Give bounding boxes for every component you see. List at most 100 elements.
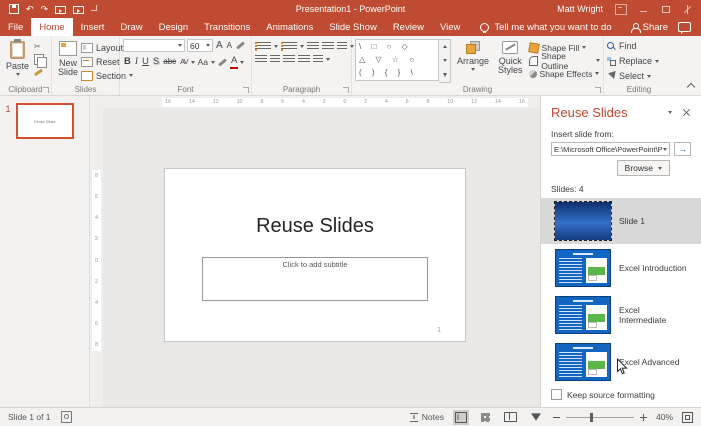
shapes-row-3[interactable]: ( ) { } \ <box>359 68 435 78</box>
zoom-slider-thumb[interactable] <box>590 413 593 422</box>
replace-button[interactable]: Replace <box>607 55 671 67</box>
new-slide-button[interactable]: New Slide <box>55 39 81 82</box>
tab-transitions[interactable]: Transitions <box>196 18 258 36</box>
minimize-icon[interactable] <box>639 5 649 14</box>
tab-animations[interactable]: Animations <box>258 18 321 36</box>
slide-sorter-view-button[interactable] <box>478 410 494 425</box>
reuse-slide-3-thumbnail[interactable] <box>555 296 611 334</box>
tab-draw[interactable]: Draw <box>112 18 150 36</box>
tab-view[interactable]: View <box>432 18 468 36</box>
drawing-dialog-launcher-icon[interactable] <box>595 87 601 93</box>
pane-options-icon[interactable] <box>668 111 672 114</box>
zoom-out-icon[interactable] <box>553 417 560 418</box>
align-right-icon[interactable] <box>283 55 295 64</box>
font-name-combo[interactable] <box>123 39 185 52</box>
reuse-slide-item-1[interactable]: Slide 1 <box>541 198 701 244</box>
fit-to-window-icon[interactable] <box>682 412 693 423</box>
format-painter-icon[interactable] <box>34 69 43 77</box>
clear-formatting-icon[interactable] <box>236 41 245 49</box>
tab-home[interactable]: Home <box>31 18 72 36</box>
strikethrough-button[interactable]: abc <box>162 56 177 68</box>
browse-button[interactable]: Browse <box>617 160 670 176</box>
gallery-scroll-down-icon[interactable] <box>443 59 447 62</box>
restore-icon[interactable] <box>661 5 671 14</box>
font-dialog-launcher-icon[interactable] <box>243 87 249 93</box>
shape-effects-button[interactable]: Shape Effects <box>529 68 600 79</box>
shape-outline-button[interactable]: Shape Outline <box>529 55 600 66</box>
bold-button[interactable]: B <box>123 56 132 68</box>
tab-design[interactable]: Design <box>151 18 197 36</box>
shapes-gallery-scrollbar[interactable] <box>439 39 451 83</box>
insert-go-button[interactable]: → <box>674 142 691 156</box>
shapes-gallery[interactable]: \ □ ○ ◇ △ ▽ ☆ ○ ( ) { } \ <box>355 39 439 81</box>
decrease-font-button[interactable]: A <box>226 40 233 52</box>
shapes-row-1[interactable]: \ □ ○ ◇ <box>359 42 435 52</box>
pane-close-icon[interactable] <box>682 108 691 117</box>
slide-1-thumbnail[interactable]: Reuse Slides <box>16 103 74 139</box>
collapse-ribbon-icon[interactable] <box>687 83 695 91</box>
text-shadow-button[interactable]: S <box>152 56 160 68</box>
tab-insert[interactable]: Insert <box>73 18 113 36</box>
arrange-button[interactable]: Arrange <box>454 39 492 82</box>
subtitle-placeholder[interactable]: Click to add subtitle <box>202 257 428 301</box>
clipboard-dialog-launcher-icon[interactable] <box>43 87 49 93</box>
shapes-row-2[interactable]: △ ▽ ☆ ○ <box>359 55 435 65</box>
slideshow-settings-icon[interactable] <box>73 6 84 14</box>
accessibility-check-icon[interactable] <box>61 411 72 423</box>
redo-icon[interactable]: ↷ <box>41 5 49 14</box>
increase-indent-icon[interactable] <box>322 42 334 51</box>
character-spacing-button[interactable]: AV <box>179 56 188 68</box>
keep-source-checkbox[interactable] <box>551 389 562 400</box>
zoom-percentage[interactable]: 40% <box>656 412 673 422</box>
increase-font-button[interactable]: A <box>215 40 224 52</box>
slide-title-text[interactable]: Reuse Slides <box>165 215 465 238</box>
quick-styles-button[interactable]: Quick Styles <box>495 39 526 82</box>
account-user-name[interactable]: Matt Wright <box>557 4 603 14</box>
line-spacing-icon[interactable] <box>337 42 347 51</box>
gallery-more-icon[interactable] <box>443 73 447 77</box>
reading-view-button[interactable] <box>503 410 519 425</box>
slide-editing-surface[interactable]: Reuse Slides Click to add subtitle 1 <box>165 169 465 341</box>
comments-icon[interactable] <box>678 22 691 32</box>
select-button[interactable]: Select <box>607 70 671 82</box>
paste-button[interactable]: Paste <box>3 39 32 82</box>
decrease-indent-icon[interactable] <box>307 42 319 51</box>
slide-thumbnail-row[interactable]: 1 Reuse Slides <box>0 96 89 139</box>
italic-button[interactable]: I <box>134 56 139 68</box>
underline-button[interactable]: U <box>141 56 150 68</box>
share-button[interactable]: Share <box>631 22 668 33</box>
change-case-button[interactable]: Aa <box>197 56 209 68</box>
reuse-slide-item-2[interactable]: Excel Introduction <box>551 245 691 291</box>
paste-dropdown-icon[interactable] <box>16 73 20 76</box>
tab-review[interactable]: Review <box>385 18 432 36</box>
cut-icon[interactable]: ✂ <box>34 43 44 51</box>
align-left-icon[interactable] <box>255 55 267 64</box>
start-slideshow-icon[interactable] <box>55 6 66 14</box>
tab-file[interactable]: File <box>0 18 31 36</box>
slide-show-button[interactable] <box>528 410 544 425</box>
bullets-icon[interactable] <box>255 42 271 51</box>
copy-icon[interactable] <box>34 54 44 65</box>
reuse-slide-1-thumbnail[interactable] <box>555 202 611 240</box>
reuse-slide-2-thumbnail[interactable] <box>555 249 611 287</box>
normal-view-button[interactable] <box>453 410 469 425</box>
customize-qat-icon[interactable] <box>91 5 97 11</box>
align-center-icon[interactable] <box>270 55 280 64</box>
reuse-slide-item-3[interactable]: Excel Intermediate <box>551 292 691 338</box>
paragraph-dialog-launcher-icon[interactable] <box>343 87 349 93</box>
undo-icon[interactable]: ↶ <box>26 5 34 14</box>
zoom-slider[interactable] <box>566 417 634 418</box>
notes-button[interactable]: Notes <box>410 412 444 422</box>
numbering-icon[interactable] <box>281 42 297 51</box>
highlight-icon[interactable] <box>218 58 227 66</box>
keep-source-row[interactable]: Keep source formatting <box>551 389 655 400</box>
zoom-in-icon[interactable] <box>640 414 647 421</box>
font-color-button[interactable]: A <box>230 55 238 69</box>
columns-icon[interactable] <box>313 55 323 64</box>
font-size-combo[interactable]: 60 <box>187 39 213 52</box>
tell-me-box[interactable]: Tell me what you want to do <box>480 18 611 36</box>
reuse-slide-4-thumbnail[interactable] <box>555 343 611 381</box>
find-button[interactable]: Find <box>607 40 671 52</box>
gallery-scroll-up-icon[interactable] <box>443 45 447 48</box>
save-icon[interactable] <box>9 4 19 14</box>
